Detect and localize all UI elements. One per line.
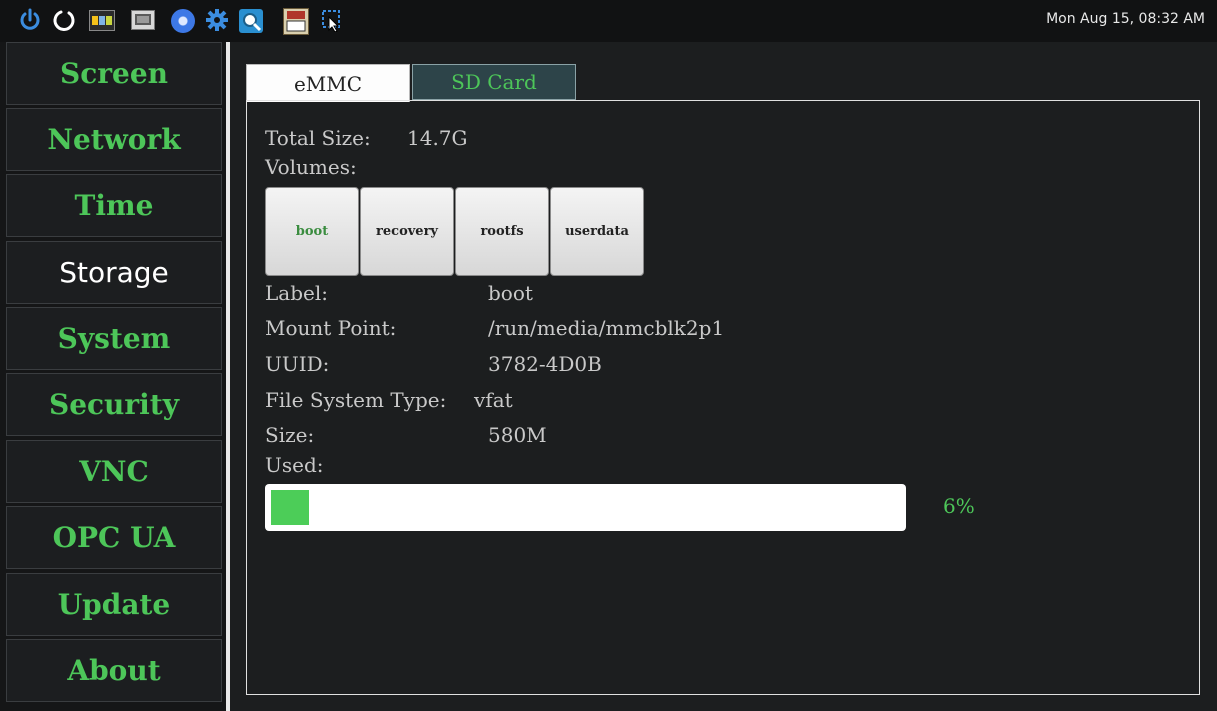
nav-item-screen[interactable]: Screen [6, 42, 222, 105]
tab-emmc[interactable]: eMMC [246, 64, 410, 102]
nav-item-time[interactable]: Time [6, 174, 222, 237]
nav-item-security[interactable]: Security [6, 373, 222, 436]
volume-button-recovery[interactable]: recovery [360, 187, 454, 276]
fs-type-value: vfat [474, 388, 513, 412]
nav-item-vnc[interactable]: VNC [6, 440, 222, 503]
mount-point-value: /run/media/mmcblk2p1 [488, 316, 725, 340]
total-size-value: 14.7G [407, 126, 468, 150]
sidebar-nav: Screen Network Time Storage System Secur… [0, 42, 226, 711]
used-progress-fill [271, 490, 309, 525]
clock: Mon Aug 15, 08:32 AM [1046, 11, 1205, 27]
volumes-label: Volumes: [265, 155, 357, 179]
storage-page: eMMC SD Card Total Size: 14.7G Volumes: … [230, 42, 1217, 711]
magnifier-app-icon[interactable] [239, 9, 263, 33]
fs-type-label: File System Type: [265, 388, 447, 412]
label-field-value: boot [488, 281, 533, 305]
nav-item-storage[interactable]: Storage [6, 241, 222, 304]
volume-button-rootfs[interactable]: rootfs [455, 187, 549, 276]
label-field-label: Label: [265, 281, 328, 305]
uuid-value: 3782-4D0B [488, 352, 602, 376]
tightvnc-icon[interactable] [283, 8, 309, 35]
restart-icon[interactable] [52, 8, 76, 32]
nav-item-network[interactable]: Network [6, 108, 222, 171]
power-icon[interactable] [18, 8, 42, 32]
mount-point-label: Mount Point: [265, 316, 397, 340]
used-percent-text: 6% [943, 494, 975, 518]
uuid-label: UUID: [265, 352, 330, 376]
size-value: 580M [488, 423, 547, 447]
nav-item-opc-ua[interactable]: OPC UA [6, 506, 222, 569]
volume-button-userdata[interactable]: userdata [550, 187, 644, 276]
screen-select-icon[interactable] [320, 8, 344, 32]
nxp-icon[interactable] [89, 10, 115, 31]
emmc-panel: Total Size: 14.7G Volumes: boot recovery… [246, 100, 1200, 695]
size-label: Size: [265, 423, 315, 447]
nav-item-update[interactable]: Update [6, 573, 222, 636]
chromium-icon[interactable] [171, 9, 195, 33]
used-label: Used: [265, 453, 324, 477]
tab-sd-card[interactable]: SD Card [412, 64, 576, 100]
used-progress-bar [265, 484, 906, 531]
nav-item-about[interactable]: About [6, 639, 222, 702]
volume-button-boot[interactable]: boot [265, 187, 359, 276]
monitor-icon[interactable] [131, 10, 155, 30]
nav-item-system[interactable]: System [6, 307, 222, 370]
taskbar: Mon Aug 15, 08:32 AM [0, 0, 1217, 43]
settings-gear-icon[interactable] [205, 8, 229, 32]
total-size-label: Total Size: [265, 126, 371, 150]
